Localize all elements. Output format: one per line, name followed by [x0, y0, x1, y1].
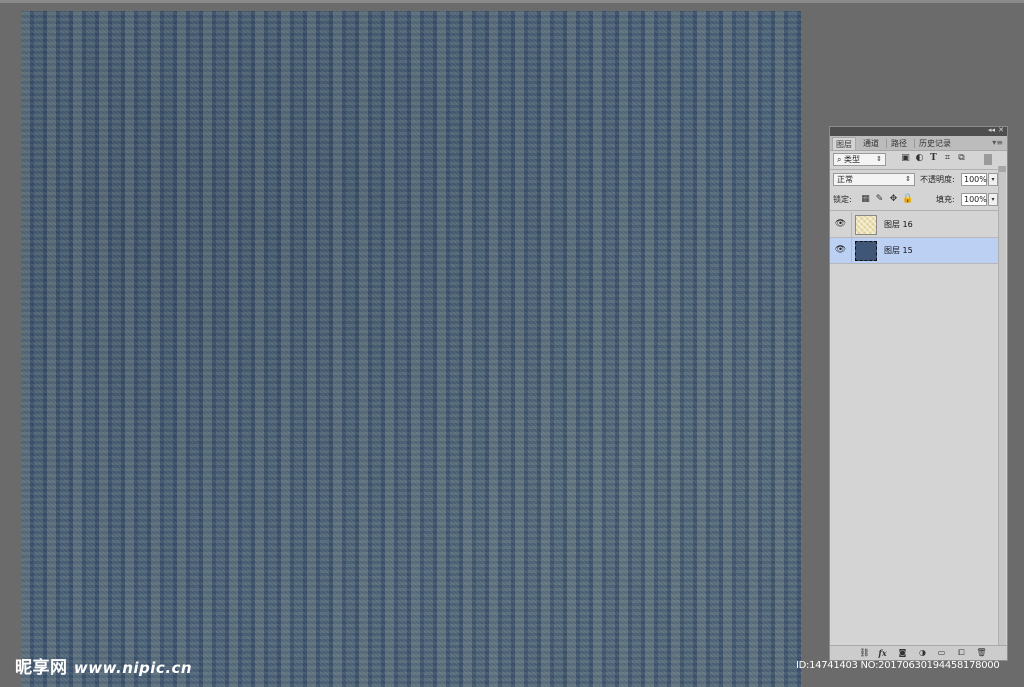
- panel-title-bar[interactable]: ◂◂ ✕: [830, 125, 1007, 136]
- close-panel-icon[interactable]: ✕: [998, 125, 1004, 135]
- trash-icon[interactable]: 🗑: [975, 646, 988, 660]
- top-edge-line: [0, 0, 1024, 3]
- shape-filter-icon[interactable]: ⌗: [942, 153, 953, 164]
- layers-bottom-toolbar: ⛓ fx ◙ ◑ ▭ ⧠ 🗑: [830, 645, 1007, 660]
- new-layer-icon[interactable]: ⧠: [955, 646, 968, 660]
- layer-name[interactable]: 图层 15: [884, 238, 913, 264]
- opacity-label: 不透明度:: [920, 175, 955, 184]
- filter-toggle-switch[interactable]: [984, 154, 992, 165]
- layers-panel: ◂◂ ✕ 图层 通道 路径 历史记录 ▾≡ ⌕ 类型 ⇕ ▣ ◐ T ⌗ ⧉ 正…: [829, 126, 1008, 661]
- smart-object-filter-icon[interactable]: ⧉: [956, 153, 967, 164]
- tab-separator: [886, 139, 887, 148]
- tab-channels[interactable]: 通道: [860, 137, 882, 150]
- select-arrows-icon: ⇕: [905, 175, 911, 183]
- filter-kind-select[interactable]: ⌕ 类型 ⇕: [833, 153, 886, 166]
- lock-all-icon[interactable]: 🔒: [902, 193, 913, 206]
- search-icon: ⌕: [837, 155, 842, 164]
- opacity-dropdown-button[interactable]: ▾: [988, 173, 998, 186]
- column-separator: [851, 238, 852, 264]
- image-id-text: ID:14741403 NO:20170630194458178000: [796, 660, 1000, 671]
- lock-position-icon[interactable]: ✥: [888, 193, 899, 206]
- tab-separator: [914, 139, 915, 148]
- fill-dropdown-button[interactable]: ▾: [988, 193, 998, 206]
- text-filter-icon[interactable]: T: [928, 153, 939, 164]
- divider: [830, 169, 998, 170]
- select-arrows-icon: ⇕: [876, 155, 882, 163]
- document-canvas-denim-texture[interactable]: [21, 11, 802, 687]
- watermark-url: www.nipic.cn: [73, 659, 193, 677]
- visibility-eye-icon[interactable]: 👁: [834, 218, 847, 231]
- mask-icon[interactable]: ◙: [896, 646, 909, 660]
- filter-kind-label: 类型: [844, 155, 861, 164]
- image-filter-icon[interactable]: ▣: [900, 153, 911, 164]
- lock-fill-row: 锁定: ▦ ✎ ✥ 🔒 填充: 100% ▾: [830, 193, 998, 206]
- link-icon[interactable]: ⛓: [858, 646, 871, 660]
- lock-transparent-pixels-icon[interactable]: ▦: [860, 193, 871, 206]
- panel-tabs: 图层 通道 路径 历史记录 ▾≡: [830, 136, 1007, 151]
- fill-label: 填充:: [936, 195, 955, 204]
- adjustment-icon[interactable]: ◑: [916, 646, 929, 660]
- fill-input[interactable]: 100%: [961, 193, 987, 206]
- tab-history[interactable]: 历史记录: [916, 137, 954, 150]
- lock-image-pixels-icon[interactable]: ✎: [874, 193, 885, 206]
- watermark-brand: 昵享网: [15, 658, 68, 678]
- adjustment-filter-icon[interactable]: ◐: [914, 153, 925, 164]
- layer-row-15[interactable]: 👁 图层 15: [830, 238, 998, 264]
- lock-label: 锁定:: [833, 195, 852, 204]
- blend-opacity-row: 正常 ⇕ 不透明度: 100% ▾: [830, 173, 998, 186]
- opacity-input[interactable]: 100%: [961, 173, 987, 186]
- tab-paths[interactable]: 路径: [888, 137, 910, 150]
- layer-thumbnail: [855, 215, 877, 235]
- watermark: 昵享网 www.nipic.cn: [15, 653, 192, 678]
- folder-icon[interactable]: ▭: [935, 646, 948, 660]
- divider: [830, 210, 998, 211]
- tab-layers[interactable]: 图层: [832, 137, 856, 150]
- blend-mode-select[interactable]: 正常 ⇕: [833, 173, 915, 186]
- layer-row-16[interactable]: 👁 图层 16: [830, 212, 998, 238]
- column-separator: [851, 212, 852, 238]
- collapse-panel-icon[interactable]: ◂◂: [988, 125, 995, 135]
- layer-thumbnail: [855, 241, 877, 261]
- layers-scrollbar[interactable]: [998, 166, 1006, 646]
- blend-mode-value: 正常: [837, 175, 853, 184]
- visibility-eye-icon[interactable]: 👁: [834, 244, 847, 257]
- fx-icon[interactable]: fx: [876, 646, 889, 660]
- layer-name[interactable]: 图层 16: [884, 212, 913, 238]
- layer-filter-row: ⌕ 类型 ⇕ ▣ ◐ T ⌗ ⧉: [830, 153, 998, 166]
- panel-menu-icon[interactable]: ▾≡: [992, 136, 1003, 149]
- scrollbar-thumb[interactable]: [999, 166, 1006, 172]
